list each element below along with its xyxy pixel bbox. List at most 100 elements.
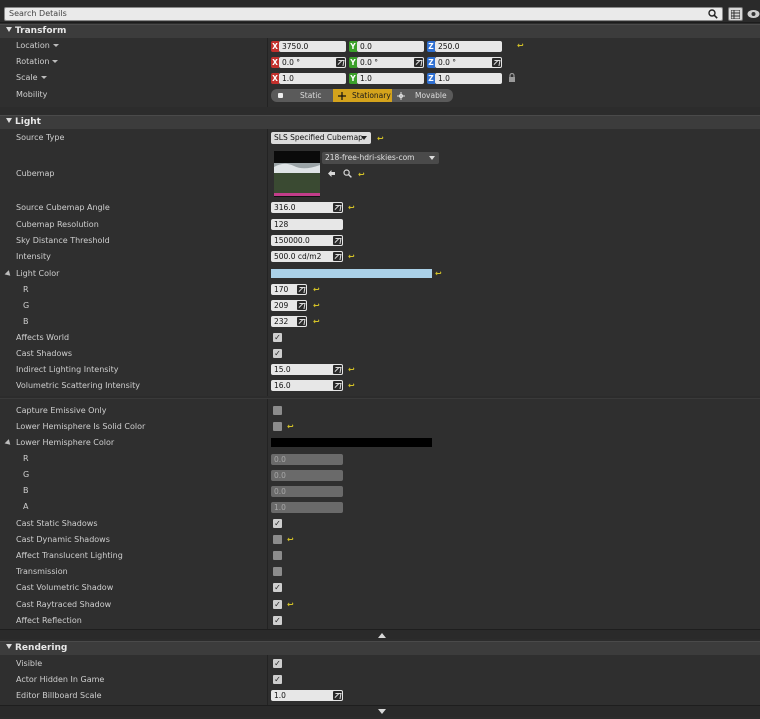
source-type-dropdown[interactable]: SLS Specified Cubemap [271,132,371,144]
drag-spin-icon[interactable] [333,203,342,212]
reset-to-default-icon[interactable]: ↩ [287,536,295,544]
scale-x-field[interactable]: 1.0 [279,73,346,84]
light-category-header[interactable]: Light [0,115,760,129]
lower-hemisphere-g-field[interactable]: 0.0 [271,470,343,481]
expand-arrow-icon[interactable] [4,439,13,447]
reset-to-default-icon[interactable]: ↩ [377,135,385,143]
drag-spin-icon[interactable] [297,317,306,326]
drag-spin-icon[interactable] [492,58,501,67]
lower-hemisphere-a-field[interactable]: 1.0 [271,502,343,513]
reset-to-default-icon[interactable]: ↩ [358,171,366,179]
reset-to-default-icon[interactable]: ↩ [517,42,525,50]
eye-icon[interactable] [747,9,760,19]
lock-icon[interactable] [508,73,516,83]
volumetric-scattering-intensity-label: Volumetric Scattering Intensity [16,381,140,390]
dropdown-arrow-icon [40,76,47,79]
drag-spin-icon[interactable] [297,301,306,310]
cast-volumetric-shadow-checkbox[interactable]: ✓ [273,583,282,592]
light-color-g-field[interactable]: 209 [271,300,307,311]
mobility-movable-option[interactable]: Movable [392,89,453,102]
drag-spin-icon[interactable] [333,236,342,245]
collapse-triangle-icon [6,644,12,649]
drag-spin-icon[interactable] [333,381,342,390]
lower-hemisphere-r-field[interactable]: 0.0 [271,454,343,465]
volumetric-scattering-intensity-row: Volumetric Scattering Intensity 16.0 ↩ [0,378,760,394]
reset-to-default-icon[interactable]: ↩ [313,286,321,294]
drag-spin-icon[interactable] [297,285,306,294]
dropdown-arrow-icon [52,60,59,63]
mobility-stationary-option[interactable]: Stationary [333,89,392,102]
reset-to-default-icon[interactable]: ↩ [313,302,321,310]
reset-to-default-icon[interactable]: ↩ [348,366,356,374]
affects-world-checkbox[interactable]: ✓ [273,333,282,342]
cast-static-shadows-row: Cast Static Shadows ✓ [0,516,760,532]
scale-label[interactable]: Scale [16,73,47,82]
editor-billboard-scale-field[interactable]: 1.0 [271,690,343,701]
expand-advanced-button[interactable] [0,705,760,717]
y-axis-badge: Y [349,57,357,68]
sky-distance-threshold-field[interactable]: 150000.0 [271,235,343,246]
drag-spin-icon[interactable] [333,691,342,700]
cubemap-thumbnail[interactable] [274,151,320,197]
rotation-y-field[interactable]: 0.0 ° [357,57,424,68]
cast-shadows-checkbox[interactable]: ✓ [273,349,282,358]
reset-to-default-icon[interactable]: ↩ [348,204,356,212]
visible-checkbox[interactable]: ✓ [273,659,282,668]
drag-spin-icon[interactable] [333,365,342,374]
scale-z-field[interactable]: 1.0 [435,73,502,84]
sky-distance-threshold-label: Sky Distance Threshold [16,236,110,245]
light-color-r-field[interactable]: 170 [271,284,307,295]
collapse-triangle-icon [6,118,12,123]
b-label: B [23,486,29,495]
cubemap-resolution-field[interactable]: 128 [271,219,343,230]
light-color-swatch[interactable] [271,269,432,278]
search-icon[interactable] [708,9,718,19]
cubemap-resolution-row: Cubemap Resolution 128 [0,217,760,233]
cast-dynamic-shadows-checkbox[interactable] [273,535,282,544]
affect-reflection-checkbox[interactable]: ✓ [273,616,282,625]
reset-to-default-icon[interactable]: ↩ [348,382,356,390]
cast-static-shadows-checkbox[interactable]: ✓ [273,519,282,528]
chevron-down-icon [361,136,367,140]
cubemap-asset-dropdown[interactable]: 218-free-hdri-skies-com [322,152,439,164]
reset-to-default-icon[interactable]: ↩ [287,423,295,431]
location-z-field[interactable]: 250.0 [435,41,502,52]
collapse-advanced-button[interactable] [0,629,760,639]
expand-arrow-icon[interactable] [4,270,13,278]
reset-to-default-icon[interactable]: ↩ [435,270,443,278]
transmission-checkbox[interactable] [273,567,282,576]
drag-spin-icon[interactable] [333,252,342,261]
cubemap-resolution-label: Cubemap Resolution [16,220,99,229]
search-input[interactable]: Search Details [4,7,723,21]
lower-hemisphere-color-swatch[interactable] [271,438,432,447]
indirect-lighting-intensity-field[interactable]: 15.0 [271,364,343,375]
use-selected-arrow-icon[interactable] [327,169,336,178]
location-x-field[interactable]: 3750.0 [279,41,346,52]
capture-emissive-only-checkbox[interactable] [273,406,282,415]
volumetric-scattering-intensity-field[interactable]: 16.0 [271,380,343,391]
mobility-static-option[interactable]: Static [271,89,333,102]
rendering-category-header[interactable]: Rendering [0,641,760,655]
rotation-x-field[interactable]: 0.0 ° [279,57,346,68]
source-cubemap-angle-field[interactable]: 316.0 [271,202,343,213]
location-y-field[interactable]: 0.0 [357,41,424,52]
browse-search-icon[interactable] [343,169,352,178]
lower-hemisphere-solid-checkbox[interactable] [273,422,282,431]
drag-spin-icon[interactable] [336,58,345,67]
lower-hemisphere-b-field[interactable]: 0.0 [271,486,343,497]
location-label[interactable]: Location [16,41,59,50]
property-matrix-button[interactable] [728,7,743,21]
light-color-b-field[interactable]: 232 [271,316,307,327]
actor-hidden-in-game-checkbox[interactable]: ✓ [273,675,282,684]
reset-to-default-icon[interactable]: ↩ [348,253,356,261]
cast-raytraced-shadow-checkbox[interactable]: ✓ [273,600,282,609]
transform-category-header[interactable]: Transform [0,24,760,38]
affect-translucent-lighting-checkbox[interactable] [273,551,282,560]
intensity-field[interactable]: 500.0 cd/m2 [271,251,343,262]
rotation-label[interactable]: Rotation [16,57,59,66]
drag-spin-icon[interactable] [414,58,423,67]
scale-y-field[interactable]: 1.0 [357,73,424,84]
rotation-z-field[interactable]: 0.0 ° [435,57,502,68]
reset-to-default-icon[interactable]: ↩ [313,318,321,326]
reset-to-default-icon[interactable]: ↩ [287,601,295,609]
